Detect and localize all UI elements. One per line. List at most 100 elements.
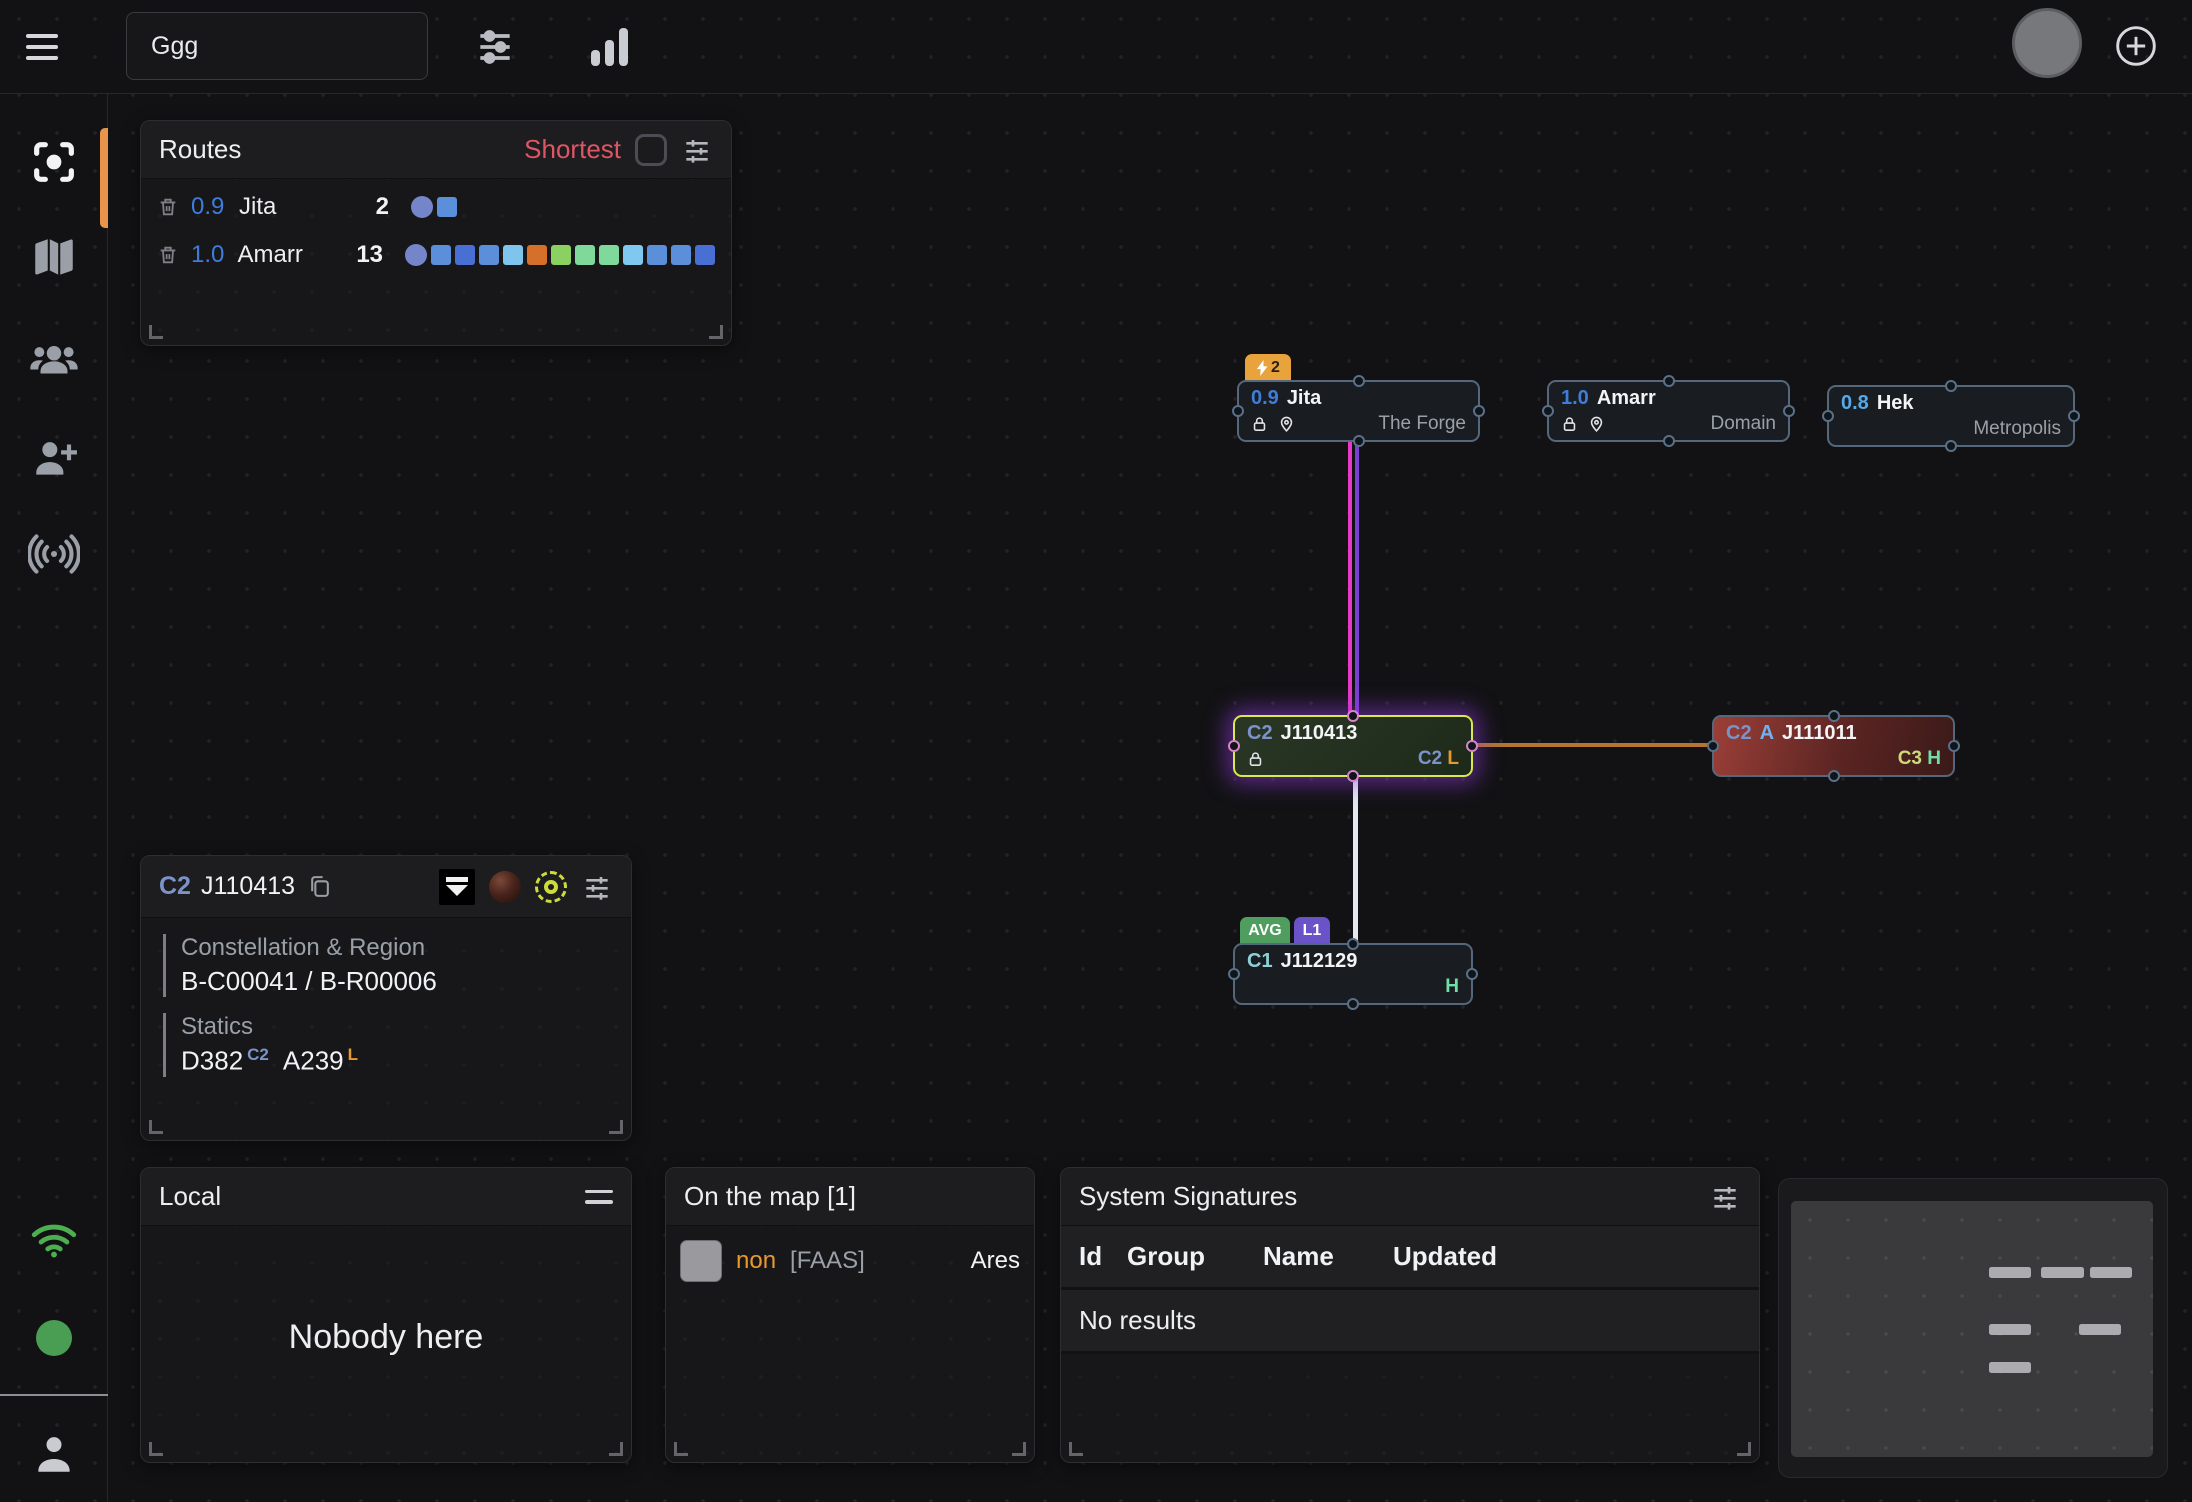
resize-handle[interactable] [709,325,723,339]
wifi-icon [29,1215,79,1265]
local-panel: Local Nobody here [140,1167,632,1463]
minimap-panel[interactable] [1778,1178,2168,1478]
route-row-amarr[interactable]: 1.0 Amarr 13 [141,235,731,275]
conn-dot[interactable] [1663,375,1675,387]
map-node-amarr[interactable]: 1.0Amarr Domain [1547,380,1790,442]
resize-handle[interactable] [149,1442,163,1456]
focus-icon [28,136,80,188]
system-class: C2 [159,872,191,901]
on-the-map-title: On the map [1] [684,1181,856,1212]
map-node-j112129[interactable]: C1J112129 H [1233,943,1473,1005]
conn-dot[interactable] [1466,968,1478,980]
conn-dot[interactable] [1822,410,1834,422]
online-status-dot [0,1290,108,1386]
conn-dot[interactable] [1945,380,1957,392]
conn-dot[interactable] [1347,998,1359,1010]
conn-dot[interactable] [1228,968,1240,980]
conn-dot[interactable] [2068,410,2080,422]
wormhole-effect-icon[interactable] [535,871,567,903]
planet-thumbnail[interactable] [489,871,521,903]
delete-route-icon[interactable] [157,244,179,266]
resize-handle[interactable] [149,1120,163,1134]
system-name: J110413 [201,872,295,901]
route-row-jita[interactable]: 0.9 Jita 2 [141,187,731,227]
conn-dot[interactable] [1232,405,1244,417]
routes-settings-icon[interactable] [681,134,713,166]
column-updated[interactable]: Updated [1393,1241,1553,1272]
resize-handle[interactable] [609,1442,623,1456]
system-info-header: C2 J110413 [141,856,631,918]
l1-badge: L1 [1294,917,1330,944]
stats-chart-icon[interactable] [584,22,634,72]
edge-j110413-j111011[interactable] [1474,743,1712,747]
system-settings-icon[interactable] [581,871,613,903]
copy-icon[interactable] [307,874,332,899]
sidebar-item-tracking[interactable] [0,114,108,210]
sidebar-item-profile[interactable] [0,1406,108,1502]
delete-route-icon[interactable] [157,196,179,218]
local-menu-icon[interactable] [585,1190,613,1204]
conn-dot[interactable] [1347,770,1359,782]
user-avatar[interactable] [2012,8,2082,78]
sidebar-item-maps[interactable] [0,210,108,306]
add-button[interactable] [2114,24,2158,68]
menu-icon[interactable] [26,34,58,60]
column-name[interactable]: Name [1263,1241,1393,1272]
conn-dot[interactable] [1707,740,1719,752]
constellation-region-section: Constellation & Region B-C00041 / B-R000… [163,934,631,997]
routes-header: Routes Shortest [141,121,731,179]
resize-handle[interactable] [674,1442,688,1456]
column-id[interactable]: Id [1061,1241,1127,1272]
map-node-j110413[interactable]: C2J110413 C2 L [1233,715,1473,777]
sov-faction-icon[interactable] [439,869,475,905]
map-filter-sliders-icon[interactable] [470,22,520,72]
conn-dot[interactable] [1353,375,1365,387]
statics-value: D382C2A239L [181,1045,631,1077]
route-jump-count: 13 [342,241,383,269]
route-segments [411,196,457,218]
conn-dot[interactable] [1948,740,1960,752]
edge-jita-j110413[interactable] [1355,442,1359,716]
resize-handle[interactable] [1012,1442,1026,1456]
resize-handle[interactable] [1737,1442,1751,1456]
conn-dot[interactable] [1828,710,1840,722]
column-group[interactable]: Group [1127,1241,1263,1272]
sidebar-item-characters[interactable] [0,312,108,408]
system-signatures-panel: System Signatures Id Group Name Updated … [1060,1167,1760,1463]
conn-dot[interactable] [1542,405,1554,417]
routes-title: Routes [159,134,241,165]
resize-handle[interactable] [149,325,163,339]
app-root: 2 0.9Jita The Forge 1.0Amarr Domain [0,0,2192,1502]
minimap-viewport[interactable] [1791,1201,2153,1457]
pin-icon [1588,416,1605,433]
resize-handle[interactable] [1069,1442,1083,1456]
conn-dot[interactable] [1347,710,1359,722]
signatures-settings-icon[interactable] [1709,1181,1741,1213]
local-title: Local [159,1181,221,1212]
conn-dot[interactable] [1353,435,1365,447]
conn-dot[interactable] [1347,938,1359,950]
broadcast-icon [28,528,80,580]
sidebar-item-broadcast[interactable] [0,506,108,602]
conn-dot[interactable] [1466,740,1478,752]
resize-handle[interactable] [609,1120,623,1134]
conn-dot[interactable] [1228,740,1240,752]
system-info-panel: C2 J110413 Constellation & Region B-C000… [140,855,632,1141]
conn-dot[interactable] [1945,440,1957,452]
map-node-j111011[interactable]: C2AJ111011 C3 H [1712,715,1955,777]
conn-dot[interactable] [1828,770,1840,782]
shortest-checkbox[interactable] [635,134,667,166]
lightning-icon [1256,360,1269,376]
conn-dot[interactable] [1783,405,1795,417]
sidebar-item-add-character[interactable] [0,410,108,506]
pilot-row[interactable]: non [FAAS] Ares [666,1226,1034,1296]
map-node-jita[interactable]: 0.9Jita The Forge [1237,380,1480,442]
edge-jita-j110413-frig[interactable] [1348,442,1352,716]
edge-j110413-j112129[interactable] [1353,777,1358,943]
map-node-hek[interactable]: 0.8Hek Metropolis [1827,385,2075,447]
conn-dot[interactable] [1473,405,1485,417]
conn-dot[interactable] [1663,435,1675,447]
shortest-label[interactable]: Shortest [524,134,621,165]
map-name-input[interactable] [126,12,428,80]
lock-icon [1561,416,1578,433]
